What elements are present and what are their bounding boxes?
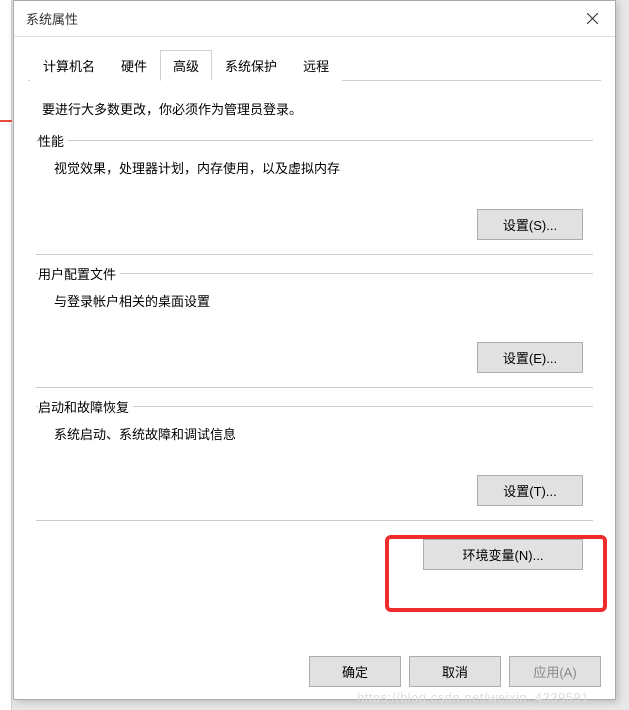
group-title-startup: 启动和故障恢复 <box>38 397 133 416</box>
tab-system-protection[interactable]: 系统保护 <box>212 50 290 81</box>
background-red-line <box>0 120 12 122</box>
group-button-row: 设置(T)... <box>36 475 593 506</box>
tab-strip: 计算机名 硬件 高级 系统保护 远程 <box>28 49 601 81</box>
group-user-profile: 用户配置文件 与登录帐户相关的桌面设置 设置(E)... <box>36 273 593 388</box>
environment-variables-button[interactable]: 环境变量(N)... <box>423 539 583 570</box>
settings-startup-button[interactable]: 设置(T)... <box>477 475 583 506</box>
close-button[interactable] <box>569 1 615 37</box>
group-performance: 性能 视觉效果，处理器计划，内存使用，以及虚拟内存 设置(S)... <box>36 140 593 255</box>
window-title: 系统属性 <box>26 9 78 28</box>
group-title-user-profile: 用户配置文件 <box>38 264 120 283</box>
settings-performance-button[interactable]: 设置(S)... <box>477 209 583 240</box>
tab-computer-name[interactable]: 计算机名 <box>30 50 108 81</box>
tab-body-advanced: 要进行大多数更改，你必须作为管理员登录。 性能 视觉效果，处理器计划，内存使用，… <box>28 81 601 578</box>
dialog-content: 计算机名 硬件 高级 系统保护 远程 要进行大多数更改，你必须作为管理员登录。 … <box>14 37 615 578</box>
group-button-row: 设置(S)... <box>36 209 593 240</box>
titlebar: 系统属性 <box>14 1 615 37</box>
background-panel-left <box>0 0 12 710</box>
group-button-row: 设置(E)... <box>36 342 593 373</box>
tab-advanced[interactable]: 高级 <box>160 50 212 81</box>
tab-hardware[interactable]: 硬件 <box>108 50 160 81</box>
tab-remote[interactable]: 远程 <box>290 50 342 81</box>
cancel-button[interactable]: 取消 <box>409 656 501 687</box>
dialog-bottom-bar: 确定 取消 应用(A) <box>309 656 601 687</box>
apply-button[interactable]: 应用(A) <box>509 656 601 687</box>
group-desc-user-profile: 与登录帐户相关的桌面设置 <box>36 291 593 310</box>
settings-user-profile-button[interactable]: 设置(E)... <box>477 342 583 373</box>
admin-notice: 要进行大多数更改，你必须作为管理员登录。 <box>36 99 593 118</box>
group-desc-performance: 视觉效果，处理器计划，内存使用，以及虚拟内存 <box>36 158 593 177</box>
group-desc-startup: 系统启动、系统故障和调试信息 <box>36 424 593 443</box>
ok-button[interactable]: 确定 <box>309 656 401 687</box>
group-title-performance: 性能 <box>38 131 68 150</box>
close-icon <box>587 13 598 24</box>
env-var-row: 环境变量(N)... <box>36 539 593 570</box>
group-startup-recovery: 启动和故障恢复 系统启动、系统故障和调试信息 设置(T)... <box>36 406 593 521</box>
system-properties-dialog: 系统属性 计算机名 硬件 高级 系统保护 远程 要进行大多数更改，你必须作为管理… <box>13 0 616 700</box>
